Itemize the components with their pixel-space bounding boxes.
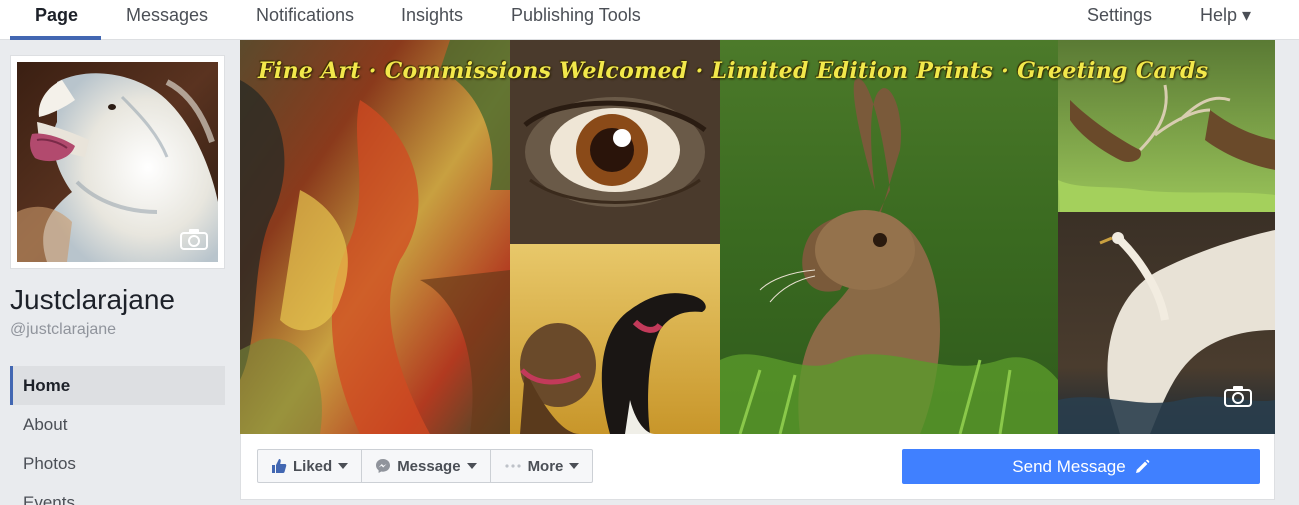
sidebar-item-photos[interactable]: Photos bbox=[10, 444, 225, 483]
tab-messages[interactable]: Messages bbox=[126, 0, 208, 40]
chevron-down-icon bbox=[466, 463, 477, 469]
page-side-nav: Home About Photos Events bbox=[10, 366, 225, 505]
thumbs-up-icon bbox=[271, 458, 287, 474]
more-label: More bbox=[527, 457, 564, 475]
active-tab-indicator bbox=[10, 36, 101, 40]
tab-settings[interactable]: Settings bbox=[1087, 0, 1152, 40]
chevron-down-icon bbox=[338, 463, 349, 469]
page-handle[interactable]: @justclarajane bbox=[10, 321, 116, 339]
profile-picture bbox=[17, 62, 218, 262]
sidebar-item-about[interactable]: About bbox=[10, 405, 225, 444]
send-message-label: Send Message bbox=[1012, 456, 1126, 476]
liked-button[interactable]: Liked bbox=[258, 450, 363, 482]
pencil-icon bbox=[1134, 459, 1150, 475]
tab-insights[interactable]: Insights bbox=[401, 0, 463, 40]
camera-icon[interactable] bbox=[180, 228, 208, 255]
message-label: Message bbox=[397, 457, 461, 475]
tab-page[interactable]: Page bbox=[35, 0, 78, 40]
message-button[interactable]: Message bbox=[362, 450, 491, 482]
cover-banner-text: Fine Art · Commissions Welcomed · Limite… bbox=[258, 58, 1209, 84]
page-action-bar: Liked Message More Send Message bbox=[240, 434, 1275, 500]
profile-picture-frame[interactable] bbox=[10, 55, 225, 269]
liked-label: Liked bbox=[293, 457, 333, 475]
more-button[interactable]: More bbox=[491, 450, 593, 482]
tab-help[interactable]: Help ▾ bbox=[1200, 0, 1251, 40]
cover-artwork bbox=[240, 40, 1275, 434]
camera-icon[interactable] bbox=[1224, 385, 1252, 412]
chevron-down-icon bbox=[569, 463, 580, 469]
page-action-buttons: Liked Message More bbox=[257, 449, 594, 483]
sidebar-item-events[interactable]: Events bbox=[10, 483, 225, 505]
tab-publishing-tools[interactable]: Publishing Tools bbox=[511, 0, 641, 40]
page-top-nav: Page Messages Notifications Insights Pub… bbox=[0, 0, 1299, 40]
tab-notifications[interactable]: Notifications bbox=[256, 0, 354, 40]
page-name: Justclarajane bbox=[10, 284, 175, 315]
send-message-button[interactable]: Send Message bbox=[902, 449, 1260, 484]
sidebar-item-home[interactable]: Home bbox=[10, 366, 225, 405]
cover-photo[interactable]: Fine Art · Commissions Welcomed · Limite… bbox=[240, 40, 1275, 434]
more-dots-icon bbox=[504, 463, 522, 469]
messenger-icon bbox=[375, 458, 391, 474]
